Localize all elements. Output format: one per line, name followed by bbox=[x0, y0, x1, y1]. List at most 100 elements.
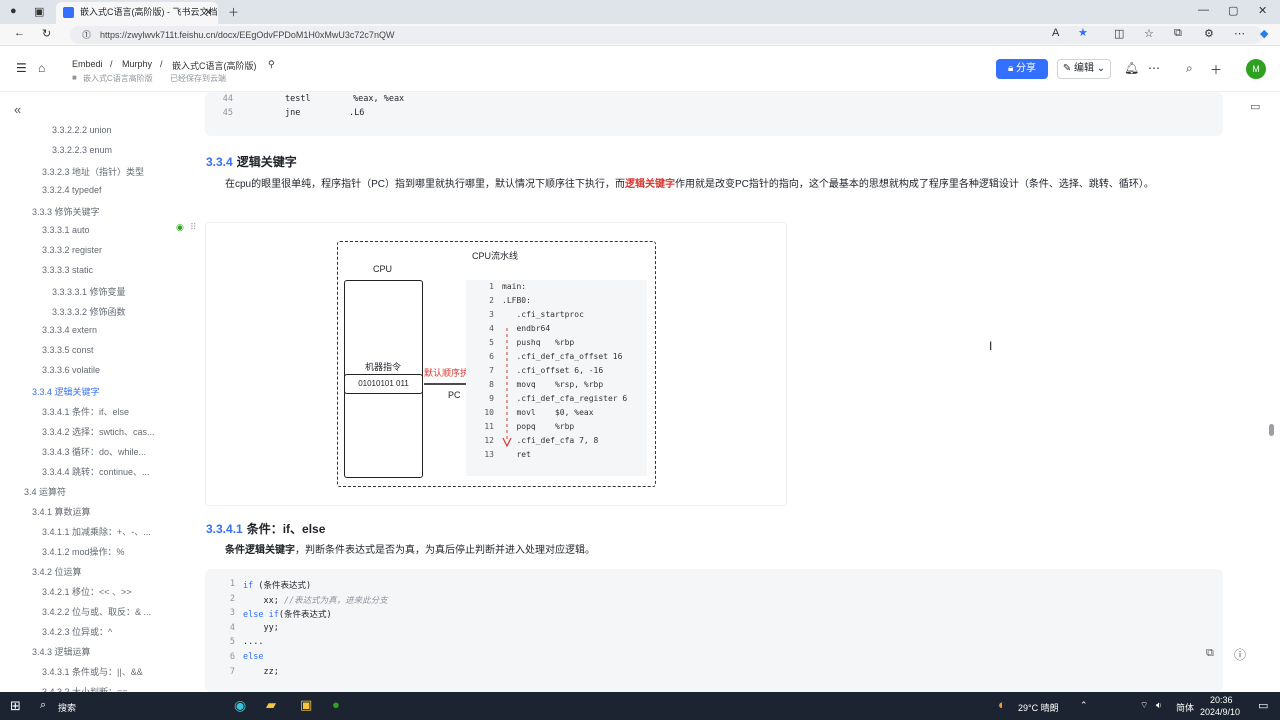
sidebar-toggle-icon[interactable]: ☰ bbox=[16, 61, 27, 75]
top-code-block[interactable]: 44 testl %eax, %eax 45 jne .L6 bbox=[205, 92, 1223, 136]
favorites-icon[interactable]: ☆ bbox=[1144, 27, 1154, 40]
if-else-code-block[interactable]: 1 if (条件表达式) 2 xx; //表达式为真，进来此分支 3 else if(条… bbox=[205, 569, 1223, 692]
toc-item[interactable]: 3.4.2.3 位异或：^ bbox=[42, 625, 112, 638]
toc-item[interactable]: 3.3.3.3.1 修饰变量 bbox=[52, 285, 126, 298]
toc-item[interactable]: 3.3.2.2.3 enum bbox=[52, 145, 112, 155]
toc-item[interactable]: 3.3.4.3 循环：do、while... bbox=[42, 445, 146, 458]
clock-date[interactable]: 2024/9/10 bbox=[1200, 707, 1240, 717]
copilot-icon[interactable]: ◆ bbox=[1260, 27, 1268, 40]
notification-bell-icon[interactable]: 🔔︎ bbox=[1124, 61, 1139, 75]
collections-icon[interactable]: ⧉ bbox=[1174, 27, 1182, 40]
more-options-icon[interactable]: ⋯ bbox=[1148, 61, 1160, 75]
taskbar-search-label[interactable]: 搜索 bbox=[58, 701, 76, 714]
toc-item[interactable]: 3.3.2.3 地址（指针）类型 bbox=[42, 165, 144, 178]
code-line-number: 45 bbox=[222, 108, 233, 118]
toc-item[interactable]: 3.4.2.1 移位：<< 、>> bbox=[42, 585, 132, 598]
ime-lang[interactable]: 简体 bbox=[1176, 701, 1194, 714]
toc-item[interactable]: 3.3.4.1 条件：if、else bbox=[42, 405, 129, 418]
toc-item[interactable]: 3.4.2 位运算 bbox=[32, 565, 82, 578]
breadcrumb-1[interactable]: Embedi bbox=[72, 59, 103, 69]
avatar[interactable]: M bbox=[1246, 59, 1266, 79]
close-window-icon[interactable]: ✕ bbox=[1258, 4, 1267, 17]
maximize-icon[interactable]: ▢ bbox=[1228, 4, 1238, 17]
toc-item[interactable]: 3.3.2.2.2 union bbox=[52, 125, 112, 135]
browser-tab[interactable]: 嵌入式C语言(高阶版) - 飞书云文档 ✕ bbox=[56, 2, 218, 24]
toc-item[interactable]: 3.3.2.4 typedef bbox=[42, 185, 102, 195]
code-text: (条件表达式) bbox=[278, 610, 332, 621]
home-icon[interactable]: ⌂ bbox=[38, 61, 45, 75]
toc-item[interactable]: 3.4.3 逻辑运算 bbox=[32, 645, 91, 658]
drag-handle-icon[interactable]: ⠿ bbox=[190, 222, 197, 233]
wiki-space-name[interactable]: 嵌入式C语言高阶版 bbox=[83, 73, 153, 84]
workspaces-icon[interactable]: ▣ bbox=[34, 5, 44, 18]
tab-close-icon[interactable]: ✕ bbox=[204, 2, 212, 22]
breadcrumb-2[interactable]: Murphy bbox=[122, 59, 152, 69]
clock-time[interactable]: 20:36 bbox=[1210, 695, 1233, 705]
comment-toggle-icon[interactable]: ◉ bbox=[176, 222, 184, 233]
pipeline-code-line: popq %rbp bbox=[502, 422, 575, 431]
weather-text[interactable]: 29°C 晴朗 bbox=[1018, 701, 1059, 714]
toc-item[interactable]: 3.3.3.4 extern bbox=[42, 325, 97, 335]
share-button[interactable]: 🔒︎ 分享 bbox=[996, 59, 1048, 79]
network-icon[interactable]: ⌔ bbox=[1140, 700, 1148, 711]
toc-item[interactable]: 3.4.3.1 条件或与：||、&& bbox=[42, 665, 143, 678]
read-aloud-icon[interactable]: A bbox=[1052, 27, 1059, 39]
toc-item[interactable]: 3.4.1 算数运算 bbox=[32, 505, 91, 518]
minimize-icon[interactable]: — bbox=[1198, 4, 1209, 16]
pipeline-line-number: 9 bbox=[489, 394, 494, 403]
volume-icon[interactable]: 🔉︎ bbox=[1156, 700, 1162, 711]
pipeline-line-number: 10 bbox=[484, 408, 494, 417]
profile-icon[interactable]: ● bbox=[10, 5, 17, 17]
code-line-number: 2 bbox=[229, 593, 235, 604]
file-explorer-icon[interactable]: ▰ bbox=[266, 697, 276, 713]
share-button-label: 分享 bbox=[1016, 63, 1037, 74]
search-icon[interactable]: ⌕ bbox=[1186, 61, 1193, 76]
comment-panel-icon[interactable]: ▭ bbox=[1250, 100, 1260, 113]
split-screen-icon[interactable]: ◫ bbox=[1114, 27, 1124, 40]
code-line: if (条件表达式) bbox=[243, 579, 311, 591]
app-icon[interactable]: ▣ bbox=[300, 697, 312, 713]
toc-item[interactable]: 3.4.2.2 位与或、取反：& ... bbox=[42, 605, 151, 618]
toc-item[interactable]: 3.3.4 逻辑关键字 bbox=[32, 385, 100, 398]
wechat-icon[interactable]: ● bbox=[332, 697, 340, 712]
toc-item[interactable]: 3.3.3.1 auto bbox=[42, 225, 90, 235]
pin-icon[interactable]: ⚲ bbox=[268, 59, 275, 70]
toc-item[interactable]: 3.3.3.2 register bbox=[42, 245, 102, 255]
edge-icon[interactable]: ◉ bbox=[234, 697, 246, 714]
page-outline-icon[interactable]: ⧉ bbox=[1206, 647, 1214, 660]
toc-item[interactable]: 3.4 运算符 bbox=[24, 485, 66, 498]
collapse-sidebar-icon[interactable]: « bbox=[14, 102, 21, 117]
scrollbar-thumb[interactable] bbox=[1269, 424, 1274, 436]
help-icon[interactable]: ⓘ bbox=[1234, 646, 1246, 663]
taskbar-search-icon[interactable]: ⌕ bbox=[40, 699, 46, 712]
breadcrumb-3[interactable]: 嵌入式C语言(高阶版) bbox=[172, 59, 257, 72]
address-bar: ← ↻ ⓵ https://zwylwvk711t.feishu.cn/docx… bbox=[0, 24, 1280, 46]
start-icon[interactable]: ⊞ bbox=[10, 698, 21, 714]
add-icon[interactable]: ＋ bbox=[1210, 61, 1222, 78]
toc-item[interactable]: 3.3.4.4 跳转：continue、... bbox=[42, 465, 150, 478]
toc-item[interactable]: 3.3.3.5 const bbox=[42, 345, 94, 355]
cpu-label: CPU bbox=[373, 264, 393, 274]
para-highlight: 逻辑关键字 bbox=[625, 179, 676, 190]
favorite-star-icon[interactable]: ★ bbox=[1078, 26, 1088, 39]
toc-item[interactable]: 3.3.3 修饰关键字 bbox=[32, 205, 100, 218]
extensions-icon[interactable]: ⚙ bbox=[1204, 27, 1214, 40]
pipeline-line-number: 11 bbox=[484, 422, 494, 431]
tray-arrow-icon[interactable]: ⌃ bbox=[1080, 700, 1088, 711]
para-text-pre: 在cpu的眼里很单纯，程序指针（PC）指到哪里就执行哪里，默认情况下顺序往下执行… bbox=[225, 179, 626, 190]
site-info-icon[interactable]: ⓵ bbox=[82, 26, 91, 44]
toc-item[interactable]: 3.3.3.6 volatile bbox=[42, 365, 100, 375]
windows-taskbar: ⊞ ⌕ 搜索 ◉ ▰ ▣ ● ◐ 29°C 晴朗 ⌃ ⌔ 🔉︎ 简体 20:36… bbox=[0, 692, 1280, 720]
new-tab-icon[interactable]: ＋ bbox=[228, 4, 239, 20]
back-icon[interactable]: ← bbox=[14, 27, 25, 39]
toc-item[interactable]: 3.4.1.1 加减乘除：+、-、... bbox=[42, 525, 151, 538]
instr-label: 机器指令 bbox=[365, 362, 402, 372]
more-menu-icon[interactable]: ⋯ bbox=[1234, 27, 1245, 40]
toc-item[interactable]: 3.3.3.3 static bbox=[42, 265, 93, 275]
toc-item[interactable]: 3.3.4.2 选择：swtich、cas... bbox=[42, 425, 155, 438]
notification-icon[interactable]: ▭ bbox=[1258, 699, 1268, 712]
reload-icon[interactable]: ↻ bbox=[42, 27, 51, 40]
toc-item[interactable]: 3.3.3.3.2 修饰函数 bbox=[52, 305, 126, 318]
toc-item[interactable]: 3.4.1.2 mod操作：% bbox=[42, 545, 125, 558]
edit-button[interactable]: ✎ 编辑 ⌄ bbox=[1057, 59, 1111, 79]
